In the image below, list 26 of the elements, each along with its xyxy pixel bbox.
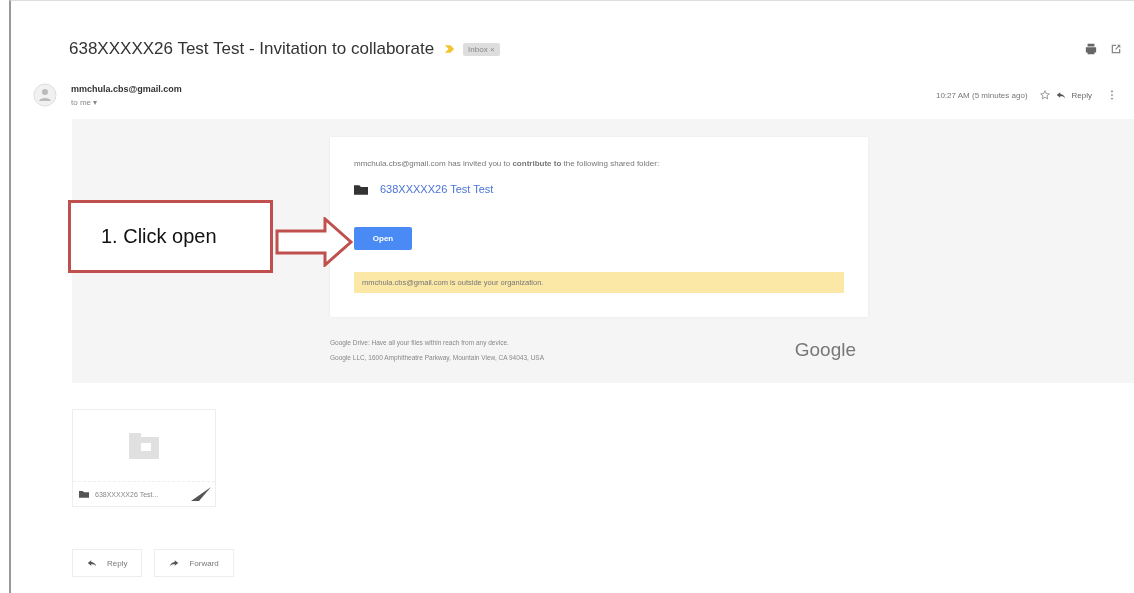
- inbox-label[interactable]: Inbox ×: [463, 42, 500, 56]
- google-logo: Google: [794, 339, 856, 361]
- email-subject: 638XXXXX26 Test Test - Invitation to collaborate: [69, 39, 435, 59]
- new-window-icon[interactable]: [1110, 43, 1122, 55]
- callout-label: 1. Click open: [68, 200, 273, 273]
- email-time: 10:27 AM (5 minutes ago): [935, 90, 1028, 100]
- folder-link[interactable]: 638XXXXX26 Test Test: [380, 183, 494, 195]
- forward-icon: [169, 558, 180, 568]
- action-button[interactable]: Reply: [72, 549, 143, 577]
- folder-icon: [79, 490, 89, 498]
- print-icon[interactable]: [1085, 43, 1097, 55]
- more-icon[interactable]: [1110, 90, 1114, 100]
- open-button[interactable]: Open: [354, 227, 412, 250]
- star-icon[interactable]: [1039, 90, 1050, 100]
- invite-message: mmchula.cbs@gmail.com has invited you to contribute to the following shared folder:: [354, 159, 661, 168]
- reply-button[interactable]: Reply: [1049, 90, 1092, 100]
- shared-folder-icon: [129, 432, 159, 459]
- recipient-dropdown[interactable]: to me ▾: [71, 97, 182, 107]
- action-button[interactable]: Forward: [154, 549, 234, 577]
- folder-icon: [354, 183, 368, 195]
- reply-icon: [87, 558, 97, 568]
- sender-address: mmchula.cbs@gmail.com: [71, 83, 182, 94]
- avatar-icon: [33, 83, 57, 107]
- important-marker-icon[interactable]: [444, 44, 456, 54]
- page-curl-icon: [191, 487, 211, 501]
- reply-icon: [1055, 90, 1066, 100]
